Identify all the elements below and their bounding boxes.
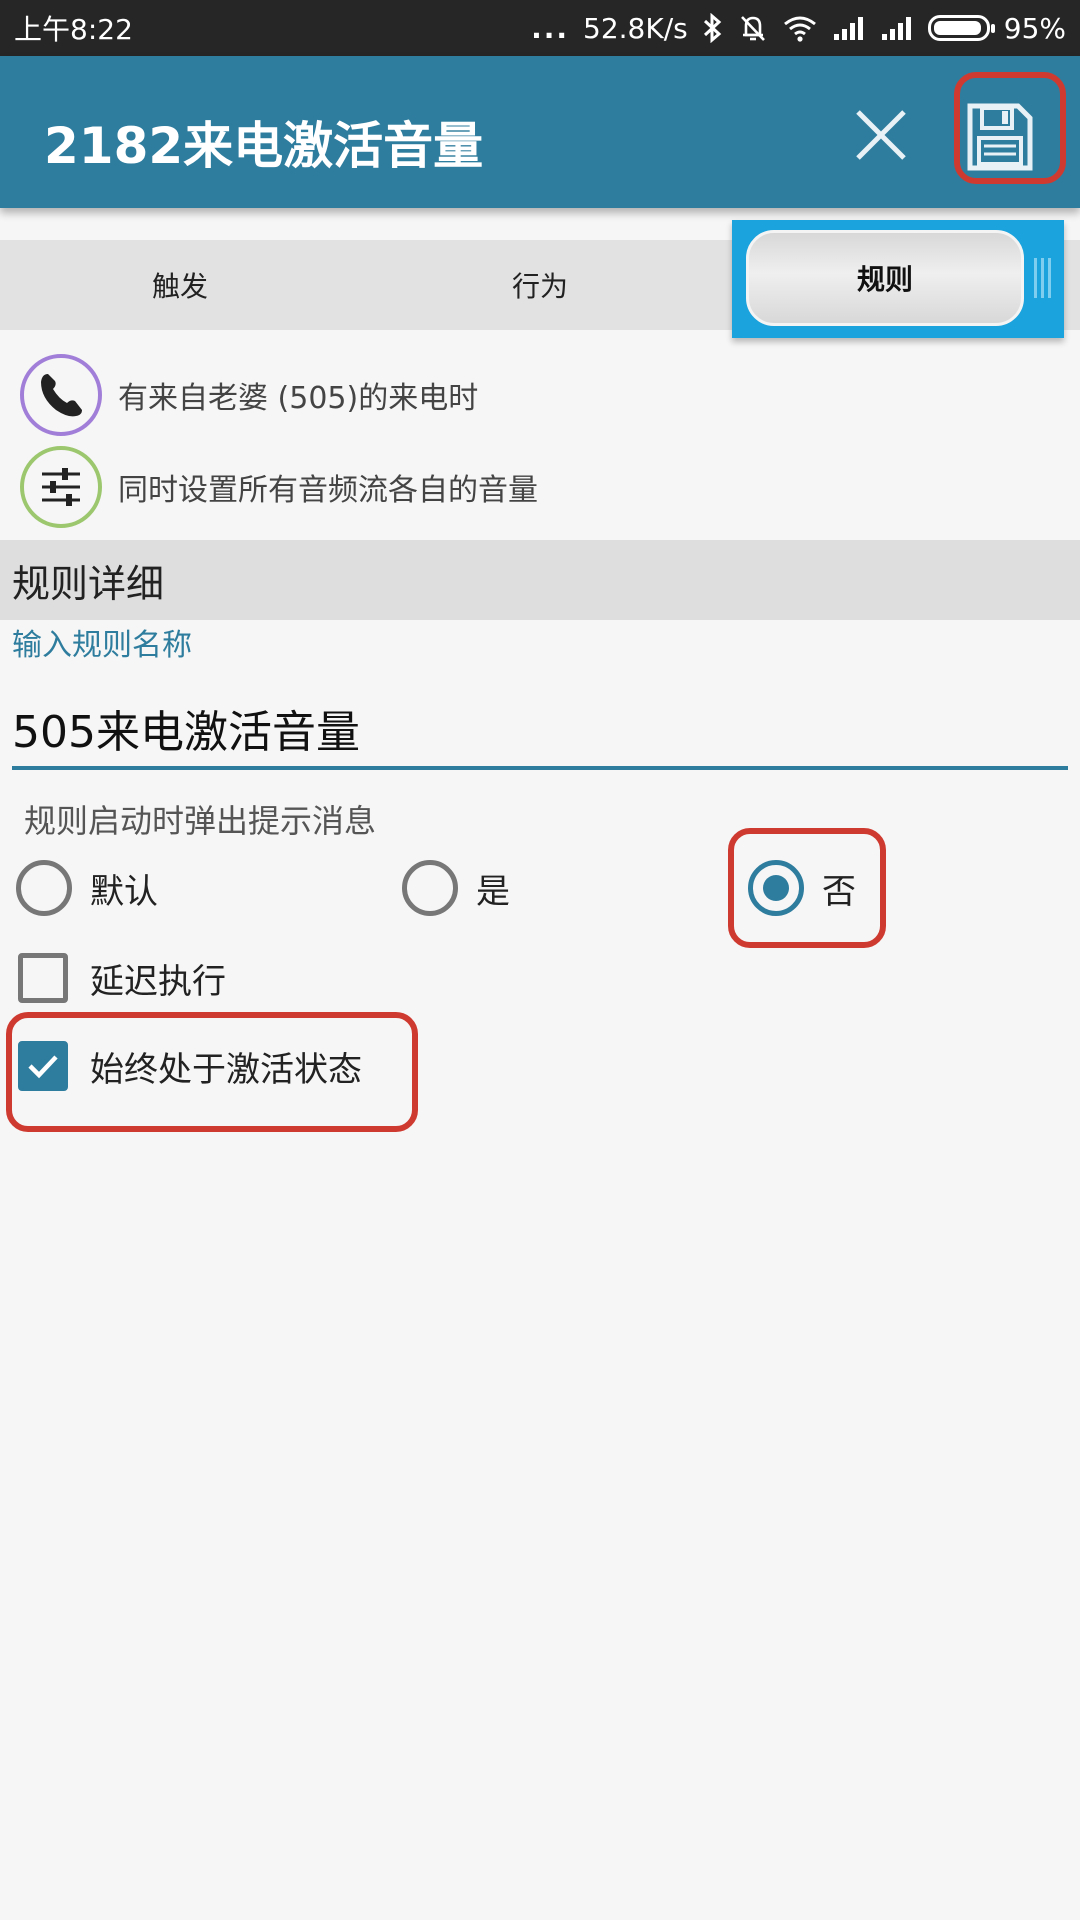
- battery-icon: [927, 15, 995, 41]
- signal-icon: [832, 14, 866, 42]
- rule-name-value: 505来电激活音量: [12, 707, 360, 758]
- rule-name-input[interactable]: 505来电激活音量: [12, 690, 1068, 770]
- tab-trigger[interactable]: 触发: [0, 240, 360, 330]
- status-more: ...: [531, 11, 570, 45]
- radio-default[interactable]: 默认: [16, 860, 158, 916]
- section-header: 规则详细: [0, 540, 1080, 620]
- app-bar: 2182来电激活音量: [0, 56, 1080, 208]
- radio-yes[interactable]: 是: [402, 860, 510, 916]
- sliders-icon: [20, 446, 102, 528]
- summary-action-text: 同时设置所有音频流各自的音量: [118, 473, 538, 508]
- summary-trigger[interactable]: 有来自老婆 (505)的来电时: [20, 353, 478, 437]
- rule-name-label: 输入规则名称: [12, 628, 192, 663]
- tab-rule[interactable]: 规则: [746, 230, 1024, 326]
- checkmark-icon: [28, 1055, 58, 1079]
- close-icon: [856, 110, 906, 160]
- tab-trigger-label: 触发: [151, 270, 208, 303]
- bell-muted-icon: [738, 13, 768, 43]
- status-bar: 上午8:22 ... 52.8K/s 95%: [0, 0, 1080, 56]
- checkbox-delay-label: 延迟执行: [90, 961, 226, 1002]
- radio-yes-circle[interactable]: [402, 860, 458, 916]
- battery-percent: 95%: [1003, 11, 1066, 45]
- save-button[interactable]: [962, 100, 1036, 174]
- radio-default-label: 默认: [90, 871, 158, 912]
- checkbox-always-active[interactable]: 始终处于激活状态: [18, 1037, 362, 1095]
- checkbox-delay-box[interactable]: [18, 953, 68, 1003]
- wifi-icon: [782, 14, 818, 42]
- radio-no[interactable]: 否: [748, 860, 856, 916]
- radio-no-circle[interactable]: [748, 860, 804, 916]
- checkbox-always-active-label: 始终处于激活状态: [90, 1049, 362, 1090]
- status-time: 上午8:22: [14, 13, 133, 46]
- radio-yes-label: 是: [476, 871, 510, 912]
- status-right: ... 52.8K/s 95%: [531, 12, 1066, 45]
- radio-no-dot: [763, 875, 789, 901]
- phone-icon: [20, 354, 102, 436]
- network-speed: 52.8K/s: [583, 11, 688, 45]
- radio-no-label: 否: [822, 871, 856, 912]
- summary-action[interactable]: 同时设置所有音频流各自的音量: [20, 445, 538, 529]
- summary-trigger-text: 有来自老婆 (505)的来电时: [118, 381, 479, 416]
- tab-rule-label: 规则: [856, 263, 913, 296]
- drag-handle[interactable]: [1034, 258, 1054, 298]
- bluetooth-icon: [702, 13, 724, 43]
- checkbox-delay[interactable]: 延迟执行: [18, 949, 226, 1007]
- save-icon: [967, 103, 1033, 171]
- page-title: 2182来电激活音量: [44, 117, 484, 175]
- signal-icon: [880, 14, 914, 42]
- popup-message-label: 规则启动时弹出提示消息: [24, 802, 377, 840]
- close-button[interactable]: [848, 102, 914, 168]
- tab-action-label: 行为: [511, 270, 568, 303]
- radio-default-circle[interactable]: [16, 860, 72, 916]
- tab-action[interactable]: 行为: [360, 240, 720, 330]
- checkbox-always-active-box[interactable]: [18, 1041, 68, 1091]
